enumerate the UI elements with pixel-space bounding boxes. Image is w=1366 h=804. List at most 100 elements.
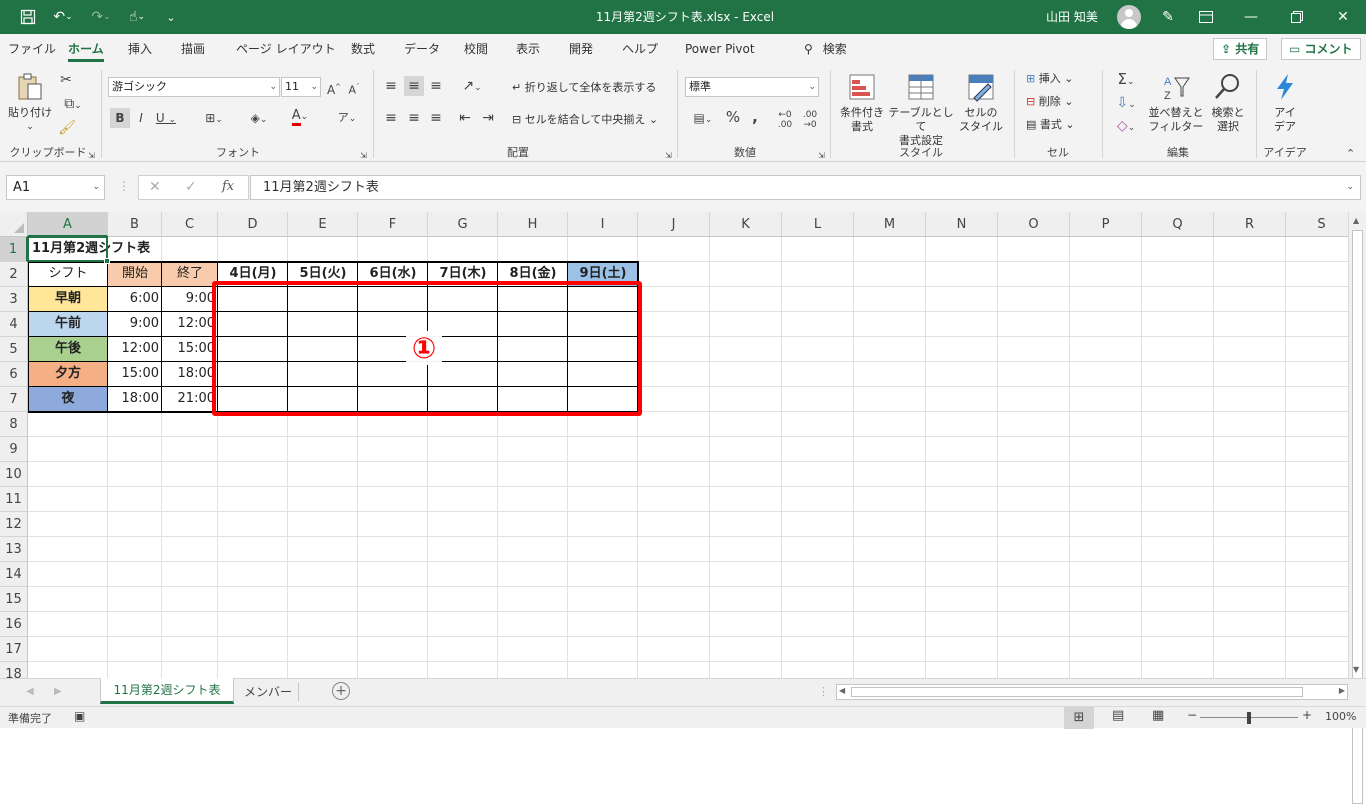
row-header[interactable]: 18 [0, 662, 28, 678]
tab-developer[interactable]: 開発 [569, 34, 593, 64]
row-header[interactable]: 10 [0, 462, 28, 487]
page-break-view-icon[interactable]: ▦ [1152, 708, 1164, 723]
shift-start[interactable]: 12:00 [108, 337, 162, 362]
tab-help[interactable]: ヘルプ [622, 34, 658, 64]
row-header[interactable]: 7 [0, 387, 28, 412]
column-header[interactable]: C [162, 212, 218, 237]
align-left-icon[interactable]: ≡ [383, 110, 399, 126]
column-header[interactable]: Q [1142, 212, 1214, 237]
row-header[interactable]: 1 [0, 237, 28, 262]
fill-icon[interactable]: ⇩⌄ [1110, 95, 1142, 113]
row-header[interactable]: 12 [0, 512, 28, 537]
comma-style-icon[interactable]: , [748, 109, 762, 125]
page-layout-view-icon[interactable]: ▤ [1112, 708, 1124, 723]
tab-insert[interactable]: 挿入 [128, 34, 152, 64]
scroll-down-icon[interactable]: ▼ [1353, 665, 1359, 674]
align-right-icon[interactable]: ≡ [428, 110, 444, 126]
shift-end[interactable]: 9:00 [162, 287, 218, 312]
align-center-icon[interactable]: ≡ [406, 110, 422, 126]
delete-cells-button[interactable]: ⊟ 削除 ⌄ [1026, 95, 1073, 109]
autosum-icon[interactable]: Σ⌄ [1110, 71, 1142, 90]
phonetic-icon[interactable]: ア⌄ [332, 110, 362, 127]
clear-icon[interactable]: ◇⌄ [1110, 118, 1142, 136]
conditional-formatting-button[interactable]: 条件付き 書式 [836, 72, 888, 134]
align-top-icon[interactable]: ≡ [383, 78, 399, 94]
shift-name[interactable]: 午前 [28, 312, 108, 337]
row-header[interactable]: 17 [0, 637, 28, 662]
fill-handle[interactable] [104, 258, 110, 264]
column-header[interactable]: S [1286, 212, 1348, 237]
align-middle-icon[interactable]: ≡ [404, 76, 424, 96]
column-header[interactable]: P [1070, 212, 1142, 237]
grow-font-icon[interactable]: A^ [326, 79, 342, 98]
enter-icon[interactable]: ✓ [185, 179, 197, 195]
ribbon-display-icon[interactable] [1194, 0, 1218, 34]
minimize-icon[interactable]: — [1236, 0, 1266, 34]
customize-qat-icon[interactable]: ⌄ [162, 0, 180, 34]
row-header[interactable]: 16 [0, 612, 28, 637]
tab-formulas[interactable]: 数式 [351, 34, 375, 64]
sheet-tab-active[interactable]: 11月第2週シフト表 [100, 678, 234, 704]
decrease-decimal-icon[interactable]: .00 →0 [800, 110, 820, 130]
italic-icon[interactable]: I [134, 110, 148, 126]
tab-file[interactable]: ファイル [8, 34, 56, 64]
sheet-tab[interactable]: メンバー [244, 679, 292, 705]
tab-page-layout[interactable]: ページ レイアウト [236, 34, 336, 64]
ideas-button[interactable]: アイ デア [1264, 72, 1306, 134]
paste-button[interactable]: 貼り付け ⌄ [6, 72, 54, 134]
shift-start[interactable]: 18:00 [108, 387, 162, 412]
macro-record-icon[interactable]: ▣ [74, 709, 85, 723]
cancel-icon[interactable]: ✕ [149, 179, 161, 195]
column-header[interactable]: R [1214, 212, 1286, 237]
column-header[interactable]: N [926, 212, 998, 237]
borders-icon[interactable]: ⊞⌄ [199, 110, 229, 128]
zoom-in-icon[interactable]: + [1302, 708, 1312, 722]
row-header[interactable]: 13 [0, 537, 28, 562]
percent-icon[interactable]: % [724, 109, 742, 125]
select-all-corner[interactable] [0, 212, 28, 237]
row-header[interactable]: 5 [0, 337, 28, 362]
row-header[interactable]: 14 [0, 562, 28, 587]
tab-data[interactable]: データ [404, 34, 440, 64]
row-header[interactable]: 3 [0, 287, 28, 312]
copy-icon[interactable]: ⧉⌄ [58, 96, 88, 114]
touch-mode-icon[interactable]: ☝ ⌄ [122, 0, 152, 34]
insert-function-icon[interactable]: fx [222, 179, 234, 194]
column-header[interactable]: G [428, 212, 498, 237]
format-cells-button[interactable]: ▤ 書式 ⌄ [1026, 118, 1075, 132]
add-sheet-icon[interactable]: + [332, 682, 350, 700]
insert-cells-button[interactable]: ⊞ 挿入 ⌄ [1026, 72, 1073, 86]
vertical-scrollbar[interactable]: ▲ ▼ [1348, 212, 1366, 804]
tab-draw[interactable]: 描画 [181, 34, 205, 64]
row-header[interactable]: 4 [0, 312, 28, 337]
font-size-select[interactable]: 11 ⌄ [281, 77, 321, 97]
share-button[interactable]: ⇪ 共有 [1213, 38, 1268, 60]
header-end[interactable]: 終了 [162, 262, 218, 287]
tab-split-grip-icon[interactable]: ⋮ [818, 685, 829, 698]
shift-end[interactable]: 18:00 [162, 362, 218, 387]
orientation-icon[interactable]: ↗⌄ [457, 78, 487, 96]
underline-icon[interactable]: U ⌄ [152, 110, 180, 128]
row-header[interactable]: 15 [0, 587, 28, 612]
decrease-indent-icon[interactable]: ⇤ [457, 110, 473, 126]
shift-name[interactable]: 夕方 [28, 362, 108, 387]
header-start[interactable]: 開始 [108, 262, 162, 287]
shift-end[interactable]: 21:00 [162, 387, 218, 412]
find-select-button[interactable]: 検索と 選択 [1206, 72, 1250, 134]
shift-start[interactable]: 6:00 [108, 287, 162, 312]
save-icon[interactable] [16, 0, 40, 34]
shift-start[interactable]: 15:00 [108, 362, 162, 387]
zoom-out-icon[interactable]: − [1187, 708, 1197, 722]
column-header[interactable]: F [358, 212, 428, 237]
avatar[interactable] [1117, 5, 1141, 29]
next-sheet-icon[interactable]: ▶ [54, 686, 62, 697]
comment-button[interactable]: ▭ コメント [1281, 38, 1361, 60]
shift-end[interactable]: 15:00 [162, 337, 218, 362]
shift-name[interactable]: 早朝 [28, 287, 108, 312]
font-color-icon[interactable]: A⌄ [285, 108, 315, 126]
column-header[interactable]: L [782, 212, 854, 237]
column-header[interactable]: O [998, 212, 1070, 237]
column-header[interactable]: B [108, 212, 162, 237]
expand-formula-icon[interactable]: ⌄ [1346, 176, 1354, 199]
tab-view[interactable]: 表示 [516, 34, 540, 64]
